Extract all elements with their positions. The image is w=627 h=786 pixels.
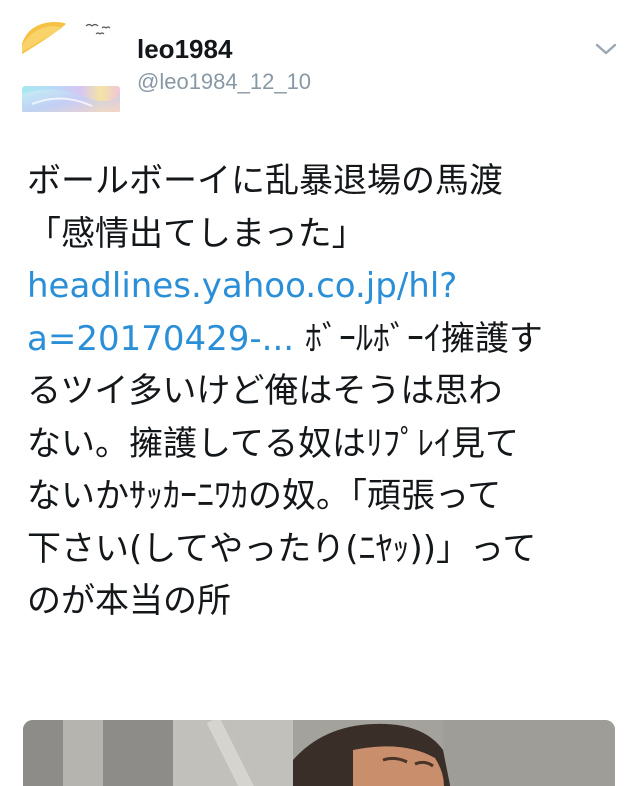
tweet-text-line: ないかｻｯｶｰﾆﾜｶの奴。「頑張って	[27, 476, 502, 516]
chevron-down-icon[interactable]	[592, 38, 620, 60]
user-display-name[interactable]: leo1984	[137, 32, 232, 66]
tweet-link-continued[interactable]: a=20170429-...	[27, 319, 294, 359]
tweet-text-line: のが本当の所	[27, 581, 231, 621]
tweet-media-photo[interactable]	[23, 720, 615, 786]
avatar-image	[22, 14, 120, 112]
tweet-text-line: ボールボーイに乱暴退場の馬渡	[27, 161, 503, 201]
tweet-text-line: るツイ多いけど俺はそうは思わ	[27, 371, 503, 411]
tweet-link[interactable]: headlines.yahoo.co.jp/hl?	[27, 266, 457, 306]
user-handle[interactable]: @leo1984_12_10	[137, 68, 311, 96]
tweet-text: ボールボーイに乱暴退場の馬渡 「感情出てしまった」 headlines.yaho…	[27, 155, 607, 628]
tweet-text-line: 「感情出てしまった」	[27, 213, 366, 254]
tweet-text-line: 下さい(してやったり(ﾆﾔｯ))」って	[27, 528, 537, 569]
tweet-link-line: headlines.yahoo.co.jp/hl?	[27, 260, 607, 313]
tweet-text-line: a=20170429-... ﾎﾞｰﾙﾎﾞｰｲ擁護す	[27, 313, 607, 366]
tweet-text-segment: ﾎﾞｰﾙﾎﾞｰｲ擁護す	[294, 318, 543, 359]
tweet-text-line: ない。擁護してる奴はﾘﾌﾟﾚｲ見て	[27, 423, 519, 464]
user-avatar[interactable]	[22, 14, 120, 112]
tweet-card: leo1984 @leo1984_12_10 ボールボーイに乱暴退場の馬渡 「感…	[0, 0, 627, 786]
